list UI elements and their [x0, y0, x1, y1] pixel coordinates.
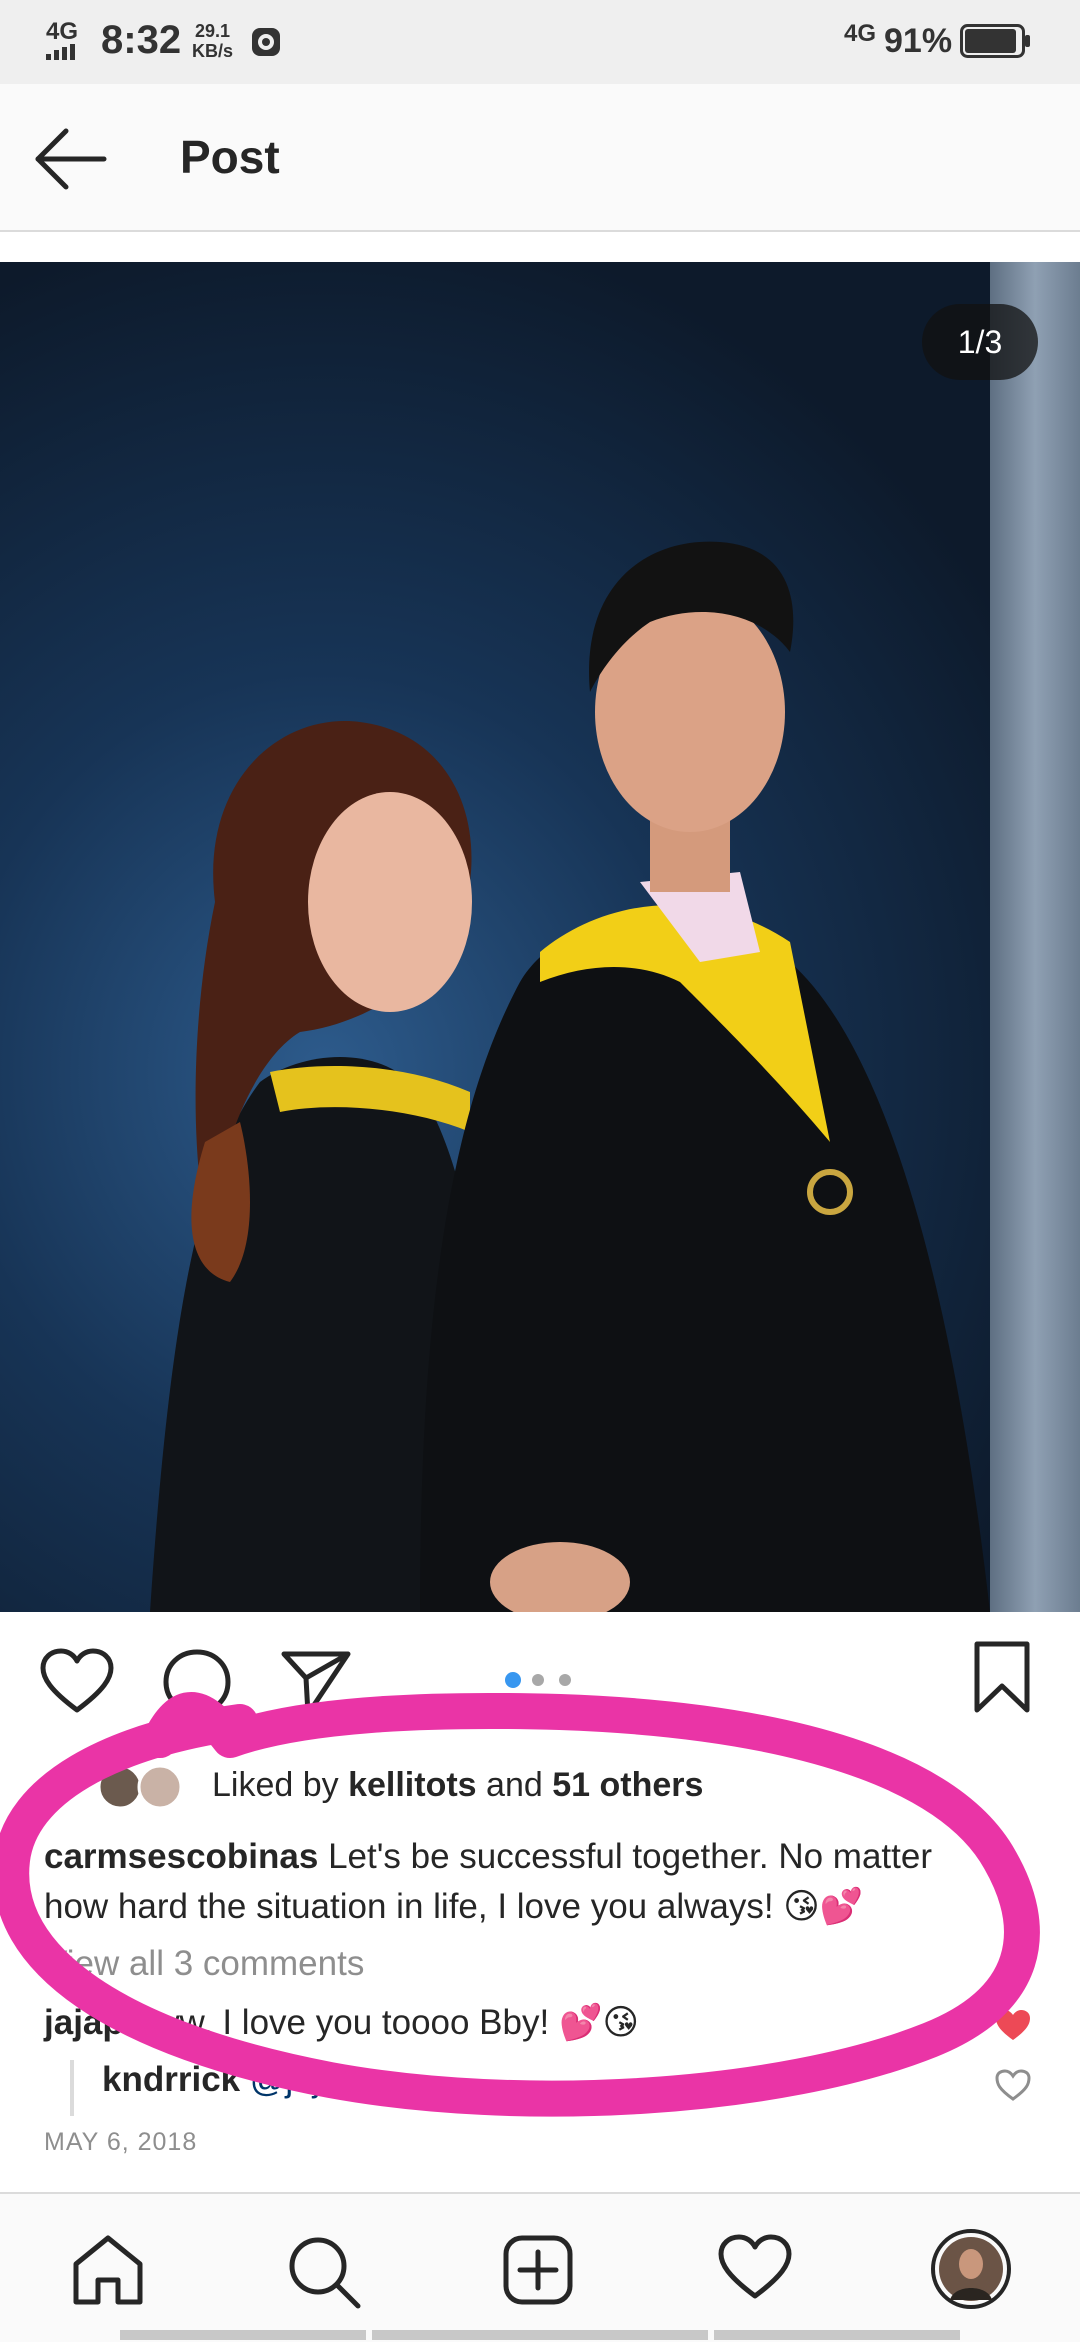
- comment-like-outline-icon[interactable]: [994, 2068, 1032, 2102]
- likes-conjunction: and: [486, 1766, 543, 1804]
- paper-plane-icon[interactable]: [280, 1648, 352, 1718]
- comment-username[interactable]: jajap: [44, 2003, 124, 2042]
- reply-mention[interactable]: @jajap: [250, 2060, 359, 2099]
- profile-avatar[interactable]: [930, 2228, 1012, 2310]
- arrow-left-icon[interactable]: [30, 124, 110, 194]
- system-nav-bar-segment: [372, 2330, 708, 2340]
- reply-username[interactable]: kndrrick: [102, 2060, 240, 2099]
- comment-text: Aww. I love you toooo Bby! 💕😘: [131, 2003, 640, 2042]
- post-date: MAY 6, 2018: [44, 2128, 198, 2156]
- likes-text: Liked by kellitots and 51 others: [212, 1766, 703, 1805]
- add-post-icon[interactable]: [502, 2234, 574, 2306]
- carousel-dot: [532, 1674, 544, 1686]
- bookmark-icon[interactable]: [972, 1640, 1032, 1714]
- post-image[interactable]: [0, 262, 1080, 1612]
- view-all-comments-link[interactable]: View all 3 comments: [44, 1944, 364, 1984]
- status-bar: 4G 8:32 29.1 KB/s 4G 91%: [0, 0, 1080, 84]
- comment-like-filled-icon[interactable]: [994, 2008, 1032, 2042]
- heart-outline-icon[interactable]: [40, 1648, 114, 1714]
- carousel-dot: [559, 1674, 571, 1686]
- home-icon[interactable]: [70, 2234, 146, 2306]
- network-speed: 29.1 KB/s: [192, 21, 233, 61]
- messenger-notification-icon: [252, 28, 280, 56]
- image-counter: 1/3: [922, 304, 1038, 380]
- system-nav-bar-segment: [120, 2330, 366, 2340]
- network-type-right: 4G: [844, 20, 877, 47]
- bottom-navigation: [0, 2192, 1080, 2342]
- graduation-couple-illustration: [150, 541, 990, 1612]
- network-type: 4G: [46, 18, 79, 45]
- reply-thread-line: [70, 2060, 74, 2116]
- app-header: Post: [0, 84, 1080, 232]
- carousel-dot: [505, 1672, 521, 1688]
- likes-others-count[interactable]: 51 others: [552, 1766, 703, 1804]
- battery-icon: [960, 24, 1030, 58]
- likes-prefix: Liked by: [212, 1766, 339, 1804]
- reply-item: kndrrick @jajap: [70, 2060, 1040, 2116]
- liker-username[interactable]: kellitots: [348, 1766, 476, 1804]
- liker-avatars: [97, 1764, 183, 1810]
- activity-heart-icon[interactable]: [718, 2234, 792, 2300]
- battery-percent: 91%: [884, 22, 953, 60]
- comment-item: jajap Aww. I love you toooo Bby! 💕😘: [44, 2002, 1044, 2052]
- comment-bubble-icon[interactable]: [162, 1648, 232, 1718]
- page-title: Post: [180, 131, 280, 183]
- speed-unit: KB/s: [192, 41, 234, 61]
- post-action-bar: [0, 1612, 1080, 1742]
- clock: 8:32: [101, 18, 182, 62]
- caption-username[interactable]: carmsescobinas: [44, 1837, 318, 1876]
- post-caption: carmsescobinas Let's be successful toget…: [44, 1832, 974, 1932]
- speed-value: 29.1: [194, 21, 231, 41]
- system-nav-bar-segment: [714, 2330, 960, 2340]
- signal-icon: [46, 44, 75, 60]
- search-icon[interactable]: [286, 2234, 362, 2310]
